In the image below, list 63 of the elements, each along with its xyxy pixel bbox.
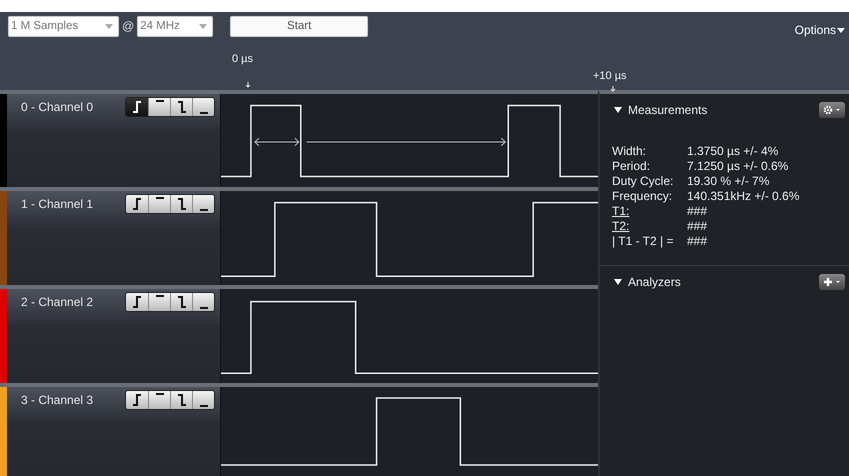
add-analyzer-button[interactable] [819, 274, 845, 290]
measurement-value: ### [687, 204, 708, 219]
channel-name: 2 - Channel 2 [21, 295, 94, 309]
measurement-label: Duty Cycle: [612, 174, 674, 189]
collapse-triangle-icon [614, 107, 622, 113]
trigger-button[interactable] [148, 195, 170, 213]
rising-edge-icon [132, 101, 142, 113]
falling-edge-icon [176, 296, 186, 308]
trigger-button[interactable] [148, 391, 170, 409]
trigger-button[interactable] [170, 391, 192, 409]
trigger-button[interactable] [170, 293, 192, 311]
measurement-label: Period: [612, 159, 652, 174]
sample-rate-dropdown[interactable]: 24 MHz [137, 16, 214, 36]
width-measure-arrow [254, 138, 300, 146]
trigger-button[interactable] [126, 195, 148, 213]
at-label: @ [122, 19, 134, 33]
time-label: +10 µs [593, 70, 627, 82]
measurement-link[interactable]: T1: [612, 204, 687, 219]
trigger-button[interactable] [170, 98, 192, 116]
trigger-button[interactable] [126, 391, 148, 409]
measurement-value: ### [687, 219, 708, 234]
measurement-value: ### [687, 234, 708, 249]
channel-name: 0 - Channel 0 [21, 100, 94, 114]
measurements-header[interactable]: Measurements [614, 103, 708, 117]
measurement-value: 19.30 % +/- 7% [687, 174, 770, 189]
time-marker-icon [610, 86, 616, 92]
trigger-button[interactable] [192, 391, 214, 409]
measurement-value: 7.1250 µs +/- 0.6% [687, 159, 790, 174]
measurement-label: Frequency: [612, 189, 674, 204]
falling-edge-icon [176, 198, 186, 210]
measurement-label: | T1 - T2 | = [612, 234, 674, 249]
measurement-value: 140.351kHz +/- 0.6% [687, 189, 800, 204]
channel-name: 1 - Channel 1 [21, 197, 94, 211]
collapse-triangle-icon [614, 279, 622, 285]
measurement-label: Width: [612, 144, 648, 159]
sample-count-dropdown[interactable]: 1 M Samples [8, 16, 119, 36]
settings-icon [822, 105, 842, 115]
trigger-button[interactable] [170, 195, 192, 213]
settings-button[interactable] [819, 102, 845, 118]
caret-icon [837, 28, 845, 32]
channel-name: 3 - Channel 3 [21, 393, 94, 407]
caret-icon [105, 24, 113, 28]
trigger-button[interactable] [126, 293, 148, 311]
time-marker-icon [245, 82, 251, 88]
measurement-value: 1.3750 µs +/- 4% [687, 144, 780, 159]
time-label: 0 µs [232, 53, 254, 65]
rising-edge-icon [132, 198, 142, 210]
trigger-button[interactable] [192, 98, 214, 116]
rising-edge-icon [132, 296, 142, 308]
rising-edge-icon [132, 394, 142, 406]
falling-edge-icon [176, 394, 186, 406]
trigger-button[interactable] [192, 195, 214, 213]
caret-icon [199, 24, 208, 28]
falling-edge-icon [176, 101, 186, 113]
trigger-button[interactable] [148, 98, 170, 116]
trigger-button[interactable] [126, 98, 148, 116]
options-menu[interactable]: Options [794, 23, 845, 37]
measurement-link[interactable]: T2: [612, 219, 687, 234]
analyzers-header[interactable]: Analyzers [614, 275, 681, 289]
start-button[interactable]: Start [230, 16, 368, 36]
trigger-button[interactable] [192, 293, 214, 311]
plus-icon [822, 277, 842, 287]
trigger-button[interactable] [148, 293, 170, 311]
